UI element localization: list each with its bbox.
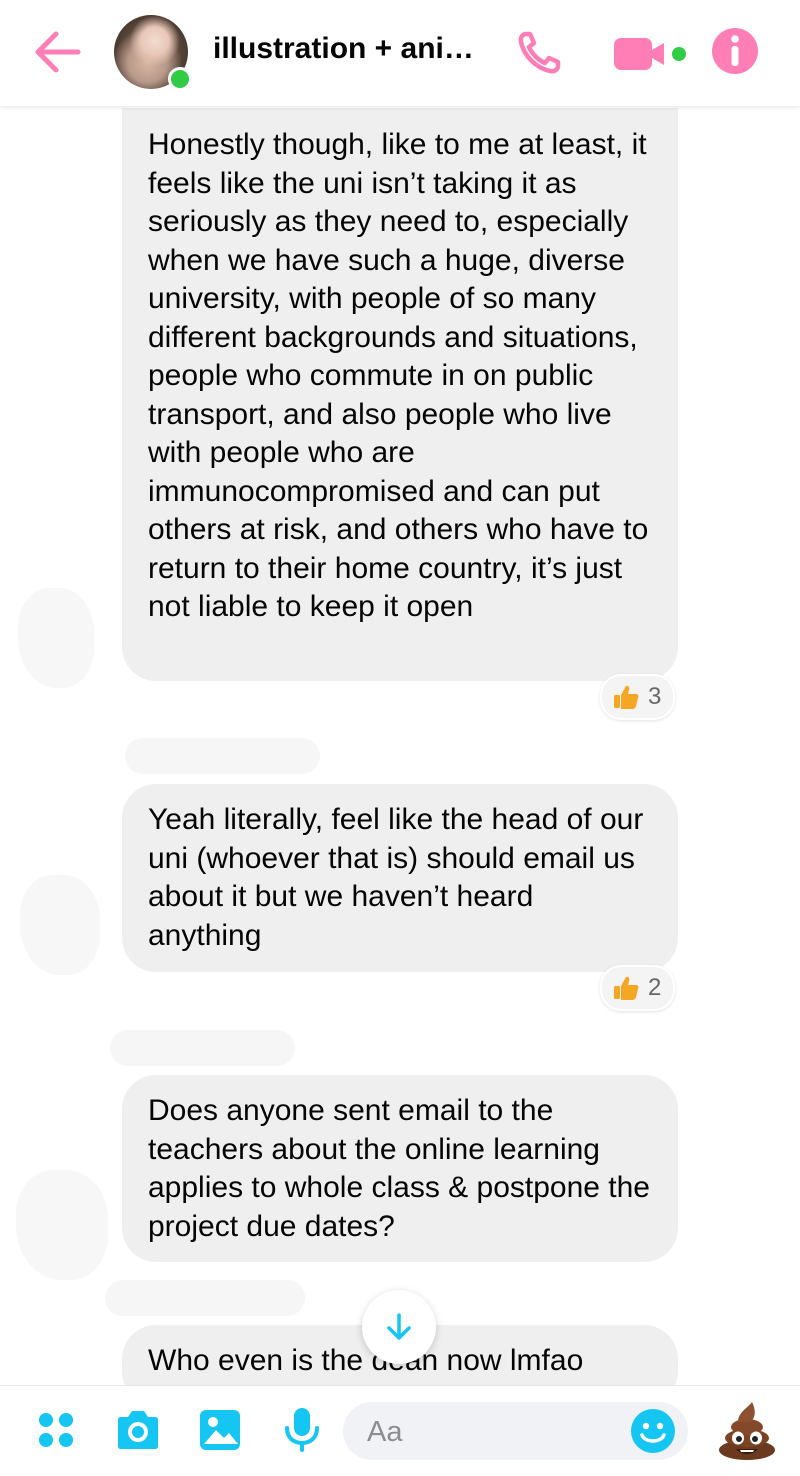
reaction-count: 2: [648, 974, 662, 1001]
quick-reaction-button[interactable]: [716, 1400, 778, 1462]
info-icon: [712, 28, 758, 74]
message-text: Yeah literally, feel like the head of ou…: [148, 803, 644, 952]
chat-title[interactable]: illustration + ani…: [213, 32, 474, 66]
emoji-icon: [631, 1409, 675, 1453]
arrow-left-icon: [35, 31, 81, 73]
redacted-sender-name: [125, 738, 320, 774]
contact-avatar[interactable]: [114, 15, 192, 91]
arrow-down-icon: [387, 1313, 411, 1340]
redacted-sender-avatar: [16, 1170, 108, 1280]
phone-icon: [518, 31, 561, 74]
message-text: Honestly though, like to me at least, it…: [148, 128, 649, 623]
message-reaction[interactable]: 3: [600, 674, 676, 720]
conversation-info-button[interactable]: [710, 26, 760, 76]
message-input-placeholder: Aa: [367, 1416, 403, 1448]
message-composer: Aa: [0, 1385, 800, 1476]
call-button[interactable]: [514, 28, 564, 78]
message-bubble[interactable]: Honestly though, like to me at least, it…: [122, 108, 678, 681]
reaction-count: 3: [648, 683, 662, 710]
microphone-icon: [285, 1408, 319, 1452]
message-text: Does anyone sent email to the teachers a…: [148, 1094, 650, 1243]
image-icon: [200, 1410, 240, 1450]
video-camera-icon: [614, 38, 686, 70]
redacted-sender-avatar: [20, 875, 100, 975]
poop-emoji-icon: [719, 1402, 775, 1460]
back-button[interactable]: [30, 28, 82, 76]
scroll-to-bottom-button[interactable]: [362, 1290, 436, 1364]
gallery-button[interactable]: [196, 1406, 244, 1454]
voice-message-button[interactable]: [278, 1406, 326, 1454]
redacted-sender-name: [105, 1280, 305, 1316]
thumbs-up-icon: [614, 685, 639, 709]
more-actions-button[interactable]: [34, 1406, 82, 1454]
redacted-sender-avatar: [18, 588, 94, 688]
online-status-indicator: [168, 67, 192, 91]
message-bubble[interactable]: Does anyone sent email to the teachers a…: [122, 1075, 678, 1262]
message-text: Who even is the dean now lmfao: [148, 1344, 584, 1377]
camera-button[interactable]: [114, 1406, 162, 1454]
camera-icon: [118, 1411, 158, 1449]
message-reaction[interactable]: 2: [600, 965, 676, 1011]
chat-header: illustration + ani…: [0, 0, 800, 106]
video-call-button[interactable]: [612, 34, 692, 74]
emoji-picker-button[interactable]: [630, 1408, 678, 1456]
message-bubble[interactable]: Yeah literally, feel like the head of ou…: [122, 784, 678, 972]
apps-icon: [39, 1413, 73, 1447]
redacted-sender-name: [110, 1030, 295, 1066]
thumbs-up-icon: [614, 976, 639, 1000]
